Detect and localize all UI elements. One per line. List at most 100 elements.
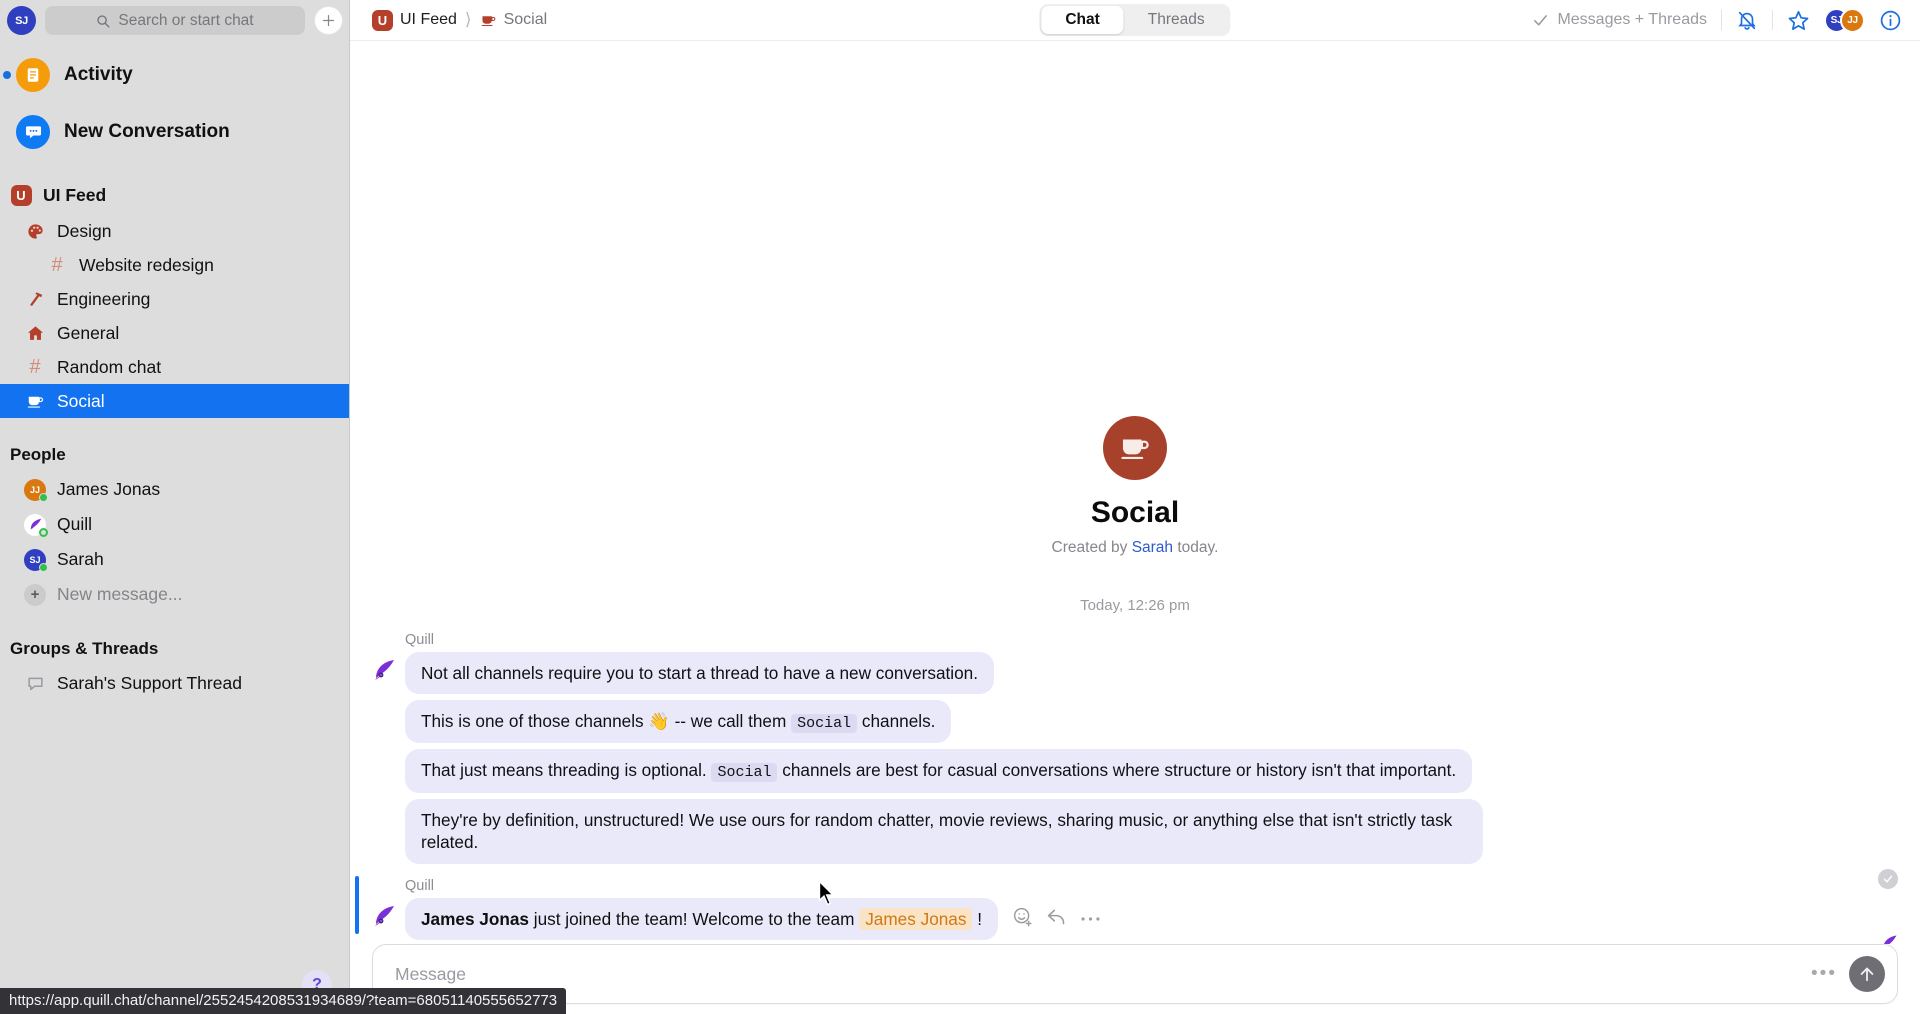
conversation-area[interactable]: Social Created by Sarah today. Today, 12… bbox=[350, 41, 1920, 944]
code-chip: Social bbox=[711, 763, 778, 783]
page-title: Social bbox=[1090, 495, 1180, 529]
created-prefix: Created by bbox=[1051, 538, 1132, 556]
add-reaction-icon[interactable] bbox=[1012, 906, 1033, 932]
team-badge-icon: U bbox=[10, 184, 32, 206]
sidebar-item-design[interactable]: Design bbox=[0, 214, 349, 248]
activity-icon bbox=[16, 57, 50, 92]
sidebar-item-label: General bbox=[57, 322, 120, 343]
message-text: This is one of those channels 👋 -- we ca… bbox=[421, 710, 792, 731]
sidebar-item-random-chat[interactable]: # Random chat bbox=[0, 350, 349, 384]
coffee-cup-icon bbox=[1121, 439, 1149, 459]
mouse-cursor bbox=[818, 880, 835, 906]
more-options-icon[interactable]: ••• bbox=[1811, 963, 1837, 985]
facepile[interactable]: SJ JJ bbox=[1824, 7, 1865, 33]
info-icon[interactable] bbox=[1879, 9, 1902, 32]
message-bubbles: Not all channels require you to start a … bbox=[405, 651, 1920, 864]
divider bbox=[1721, 10, 1722, 30]
search-input[interactable]: Search or start chat bbox=[45, 6, 305, 35]
user-mention[interactable]: James Jonas bbox=[859, 907, 973, 930]
person-name: Sarah bbox=[57, 549, 104, 569]
quill-logo-icon bbox=[372, 904, 396, 928]
hammer-icon bbox=[24, 290, 46, 309]
sidebar-item-label: Design bbox=[57, 220, 112, 241]
breadcrumb-team-label: UI Feed bbox=[400, 11, 457, 28]
message-filter-button[interactable]: Messages + Threads bbox=[1532, 11, 1707, 29]
new-message-label: New message... bbox=[57, 584, 183, 604]
tab-chat[interactable]: Chat bbox=[1041, 6, 1124, 34]
message-group-body: James Jonas just joined the team! Welcom… bbox=[350, 897, 1920, 940]
message-group: Quill James Jonas just joined the team! … bbox=[350, 875, 1920, 940]
message-text: Not all channels require you to start a … bbox=[421, 662, 979, 683]
message-bubble[interactable]: Not all channels require you to start a … bbox=[405, 651, 995, 694]
team-badge-letter: U bbox=[10, 184, 32, 206]
view-tabs: Chat Threads bbox=[1039, 4, 1231, 36]
send-button[interactable] bbox=[1849, 956, 1885, 992]
sidebar-person-sarah[interactable]: SJ Sarah bbox=[0, 542, 349, 577]
compose-button[interactable] bbox=[314, 6, 343, 35]
message-bold-text: James Jonas bbox=[421, 908, 529, 929]
bell-muted-icon[interactable] bbox=[1736, 9, 1758, 31]
breadcrumb: U UI Feed ⟩ Social bbox=[372, 9, 547, 31]
search-icon bbox=[97, 14, 110, 28]
creator-name[interactable]: Sarah bbox=[1132, 539, 1173, 556]
star-icon[interactable] bbox=[1787, 9, 1810, 32]
message-text: channels are best for casual conversatio… bbox=[777, 760, 1457, 781]
top-bar-actions: Messages + Threads SJ JJ bbox=[1532, 7, 1902, 33]
avatar-initials: SJ bbox=[15, 14, 28, 27]
sidebar-person-quill[interactable]: Quill bbox=[0, 507, 349, 542]
more-actions-icon[interactable] bbox=[1080, 910, 1101, 928]
sidebar-item-general[interactable]: General bbox=[0, 316, 349, 350]
avatar-initials: SJ bbox=[29, 554, 41, 565]
tab-threads[interactable]: Threads bbox=[1124, 6, 1229, 34]
day-separator: Today, 12:26 pm bbox=[1080, 596, 1190, 614]
sidebar-new-message-button[interactable]: + New message... bbox=[0, 577, 349, 612]
message-text: They're by definition, unstructured! We … bbox=[421, 809, 1453, 853]
message-text: That just means threading is optional. bbox=[421, 760, 712, 781]
sidebar-item-ui-feed[interactable]: U UI Feed bbox=[0, 176, 349, 214]
team-badge-letter: U bbox=[372, 9, 393, 31]
sidebar-person-james-jonas[interactable]: JJ James Jonas bbox=[0, 472, 349, 507]
people-heading: People bbox=[10, 445, 66, 464]
palette-icon bbox=[24, 222, 46, 241]
breadcrumb-channel[interactable]: Social bbox=[480, 11, 547, 29]
message-group: Quill Not all channels require you to st… bbox=[350, 632, 1920, 864]
message-text: ! bbox=[972, 908, 983, 929]
sidebar-item-engineering[interactable]: Engineering bbox=[0, 282, 349, 316]
search-placeholder: Search or start chat bbox=[118, 11, 254, 29]
sidebar-item-label: Activity bbox=[64, 63, 133, 85]
chat-bubble-icon bbox=[16, 114, 50, 149]
message-bubble[interactable]: They're by definition, unstructured! We … bbox=[405, 798, 1483, 864]
quill-logo-icon bbox=[372, 658, 396, 682]
sidebar-item-website-redesign[interactable]: # Website redesign bbox=[0, 248, 349, 282]
message-bubble[interactable]: That just means threading is optional. S… bbox=[405, 749, 1473, 793]
message-input-placeholder[interactable]: Message bbox=[395, 964, 1811, 985]
message-author: Quill bbox=[405, 877, 435, 894]
plus-icon bbox=[322, 14, 335, 27]
message-bubble[interactable]: This is one of those channels 👋 -- we ca… bbox=[405, 699, 952, 744]
hash-icon: # bbox=[29, 355, 41, 378]
read-check-icon bbox=[1878, 869, 1898, 889]
sidebar-group-sarahs-support-thread[interactable]: Sarah's Support Thread bbox=[0, 666, 349, 701]
check-icon bbox=[1534, 14, 1548, 26]
app-window: SJ Search or start chat Activity New Con… bbox=[0, 0, 1920, 1014]
message-composer[interactable]: Message ••• bbox=[372, 944, 1898, 1004]
top-bar: U UI Feed ⟩ Social Chat Threads Messages… bbox=[350, 0, 1920, 41]
sidebar-item-social[interactable]: Social bbox=[0, 384, 349, 418]
message-filter-label: Messages + Threads bbox=[1557, 11, 1707, 28]
presence-away-indicator bbox=[39, 527, 48, 537]
sidebar-item-activity[interactable]: Activity bbox=[0, 46, 349, 103]
message-text: channels. bbox=[857, 710, 936, 731]
group-name: Sarah's Support Thread bbox=[57, 673, 242, 693]
composer-area: Message ••• bbox=[350, 944, 1920, 1014]
breadcrumb-team[interactable]: U UI Feed bbox=[372, 9, 457, 31]
sidebar-item-label: Random chat bbox=[57, 356, 162, 377]
reply-icon[interactable] bbox=[1046, 906, 1067, 932]
sidebar-item-new-conversation[interactable]: New Conversation bbox=[0, 103, 349, 160]
message-bubble[interactable]: James Jonas just joined the team! Welcom… bbox=[405, 897, 999, 940]
avatar: JJ bbox=[24, 478, 48, 502]
status-bar-url: https://app.quill.chat/channel/255245420… bbox=[0, 988, 567, 1014]
unread-indicator-bar bbox=[355, 875, 359, 934]
avatar[interactable]: SJ bbox=[7, 6, 36, 35]
channel-created-text: Created by Sarah today. bbox=[350, 539, 1920, 557]
sidebar-item-label: UI Feed bbox=[43, 184, 107, 205]
